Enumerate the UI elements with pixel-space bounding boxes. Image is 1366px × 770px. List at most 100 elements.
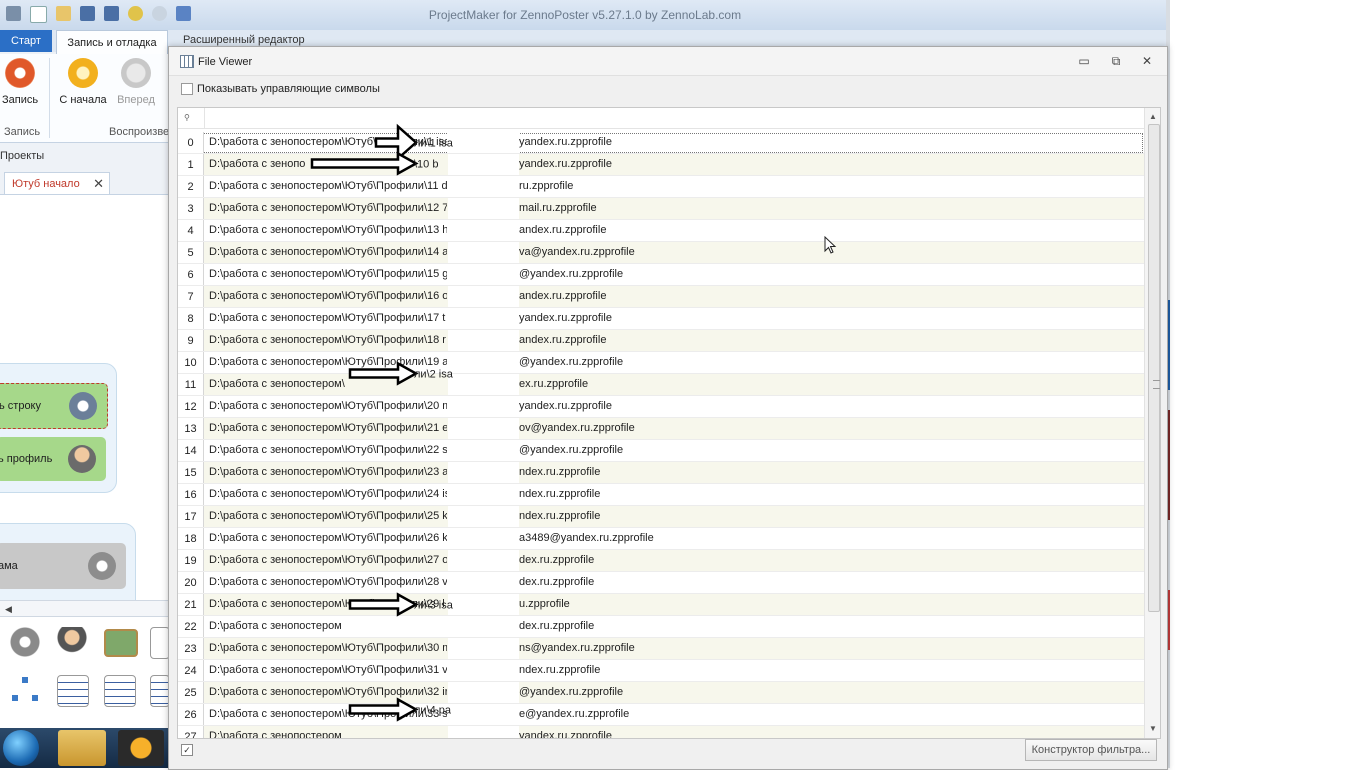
row-filename-tail: ndex.ru.zpprofile xyxy=(519,466,601,478)
toolbox-panel xyxy=(0,616,170,729)
file-lines-grid[interactable]: ⚲ 0 D:\работа с зенопостером\Ютуб\Профили… xyxy=(177,107,1161,739)
play-icon xyxy=(121,58,151,88)
row-path: D:\работа с зенопостером\Ютуб\Профили\22… xyxy=(209,444,447,456)
table-row[interactable]: 23 D:\работа с зенопостером\Ютуб\Профили\… xyxy=(178,638,1144,660)
restart-button[interactable]: С начала xyxy=(58,58,108,106)
sitemap-icon[interactable] xyxy=(10,675,40,705)
scroll-down-icon[interactable]: ▼ xyxy=(1145,722,1160,736)
table-row[interactable]: 6 D:\работа с зенопостером\Ютуб\Профили\1… xyxy=(178,264,1144,286)
maximize-icon[interactable]: ⧉ xyxy=(1109,55,1123,67)
record-button[interactable]: Запись xyxy=(2,58,38,106)
row-filename-tail: dex.ru.zpprofile xyxy=(519,554,595,566)
row-path: D:\работа с зенопостером\Ютуб\Профили\29… xyxy=(209,598,445,610)
action-pause[interactable]: ама xyxy=(0,543,126,589)
table-row[interactable]: 24 D:\работа с зенопостером\Ютуб\Профили\… xyxy=(178,660,1144,682)
row-index: 11 xyxy=(178,374,204,395)
row-path: D:\работа с зенопостером\Ютуб\Профили\15… xyxy=(209,268,447,280)
scrollbar-thumb[interactable] xyxy=(1148,124,1160,612)
table-row[interactable]: 7 D:\работа с зенопостером\Ютуб\Профили\1… xyxy=(178,286,1144,308)
row-filename-tail: yandex.ru.zpprofile xyxy=(519,730,612,739)
row-index: 0 xyxy=(178,132,204,153)
row-index: 19 xyxy=(178,550,204,571)
dialog-titlebar[interactable]: File Viewer ▭ ⧉ ✕ xyxy=(169,47,1167,76)
scroll-up-icon[interactable]: ▲ xyxy=(1145,110,1160,124)
row-filename-tail: dex.ru.zpprofile xyxy=(519,620,595,632)
table-row[interactable]: 8 D:\работа с зенопостером\Ютуб\Профили\1… xyxy=(178,308,1144,330)
table-row[interactable]: 22 D:\работа с зенопостером dex.ru.zpprofi… xyxy=(178,616,1144,638)
row-path: D:\работа с зенопостером\Ютуб\Профили\25… xyxy=(209,510,447,522)
grid-vertical-scrollbar[interactable]: ▲ ▼ xyxy=(1144,108,1160,738)
table-row[interactable]: 4 D:\работа с зенопостером\Ютуб\Профили\1… xyxy=(178,220,1144,242)
windows-start-icon[interactable] xyxy=(3,730,39,766)
minimize-icon[interactable]: ▭ xyxy=(1077,55,1091,67)
table-row[interactable]: 11 D:\работа с зенопостером\ ex.ru.zpprofi… xyxy=(178,374,1144,396)
action-profile[interactable]: ь профиль xyxy=(0,437,106,481)
numbered-list-icon[interactable] xyxy=(150,675,170,707)
row-index: 25 xyxy=(178,682,204,703)
row-path: D:\работа с зенопостером\Ютуб\Профили\31… xyxy=(209,664,447,676)
row-index: 5 xyxy=(178,242,204,263)
filter-builder-button[interactable]: Конструктор фильтра... xyxy=(1025,739,1157,761)
table-row[interactable]: 15 D:\работа с зенопостером\Ютуб\Профили\… xyxy=(178,462,1144,484)
row-path: D:\работа с зенопостером\Ютуб\Профили\23… xyxy=(209,466,447,478)
user-icon[interactable] xyxy=(57,627,87,657)
table-row[interactable]: 1 D:\работа с зенопо yandex.ru.zpprofile xyxy=(178,154,1144,176)
table-row[interactable]: 18 D:\работа с зенопостером\Ютуб\Профили\… xyxy=(178,528,1144,550)
row-path: D:\работа с зенопостером\Ютуб\Профили\33… xyxy=(209,708,447,720)
zennoposter-taskbar-icon[interactable] xyxy=(118,730,164,766)
list-icon[interactable] xyxy=(57,675,89,707)
explorer-taskbar-icon[interactable] xyxy=(58,730,106,766)
show-control-chars-option[interactable]: Показывать управляющие символы xyxy=(181,83,380,95)
tab-advanced-editor[interactable]: Расширенный редактор xyxy=(183,34,305,46)
option-checkbox[interactable]: ✓ xyxy=(181,744,193,756)
table-row[interactable]: 10 D:\работа с зенопостером\Ютуб\Профили\… xyxy=(178,352,1144,374)
gear-icon[interactable] xyxy=(10,627,40,657)
canvas-horizontal-scrollbar[interactable]: ◀ xyxy=(0,600,168,617)
row-path: D:\работа с зенопостером\Ютуб\Профили\11… xyxy=(209,180,447,192)
scroll-left-icon[interactable]: ◀ xyxy=(5,604,12,615)
table-row[interactable]: 3 D:\работа с зенопостером\Ютуб\Профили\1… xyxy=(178,198,1144,220)
row-path: D:\работа с зенопостером\ xyxy=(209,378,345,390)
table-row[interactable]: 14 D:\работа с зенопостером\Ютуб\Профили\… xyxy=(178,440,1144,462)
row-filename-tail: @yandex.ru.zpprofile xyxy=(519,356,624,368)
table-row[interactable]: 20 D:\работа с зенопостером\Ютуб\Профили\… xyxy=(178,572,1144,594)
action-get-line[interactable]: ь строку xyxy=(0,383,108,429)
tab-start[interactable]: Старт xyxy=(0,30,52,52)
close-tab-icon[interactable]: ✕ xyxy=(93,176,104,192)
project-canvas[interactable]: ь строку ь профиль ама xyxy=(0,194,168,615)
row-hidden-region xyxy=(448,638,519,659)
table-row[interactable]: 2 D:\работа с зенопостером\Ютуб\Профили\1… xyxy=(178,176,1144,198)
table-row[interactable]: 21 D:\работа с зенопостером\Ютуб\Профили\… xyxy=(178,594,1144,616)
grid-filter-row[interactable]: ⚲ xyxy=(178,108,1144,129)
forward-button[interactable]: Вперед xyxy=(114,58,158,106)
table-row[interactable]: 17 D:\работа с зенопостером\Ютуб\Профили\… xyxy=(178,506,1144,528)
row-path: D:\работа с зенопостером\Ютуб\Профили\21… xyxy=(209,422,447,434)
table-row[interactable]: 19 D:\работа с зенопостером\Ютуб\Профили\… xyxy=(178,550,1144,572)
table-row[interactable]: 27 D:\работа с зенопостером yandex.ru.zppr… xyxy=(178,726,1144,739)
list-icon[interactable] xyxy=(104,675,136,707)
table-row[interactable]: 0 D:\работа с зенопостером\Ютуб\Профили\1… xyxy=(178,132,1144,154)
row-filename-tail: ex.ru.zpprofile xyxy=(519,378,589,390)
table-row[interactable]: 16 D:\работа с зенопостером\Ютуб\Профили\… xyxy=(178,484,1144,506)
row-hidden-region xyxy=(448,198,519,219)
table-row[interactable]: 25 D:\работа с зенопостером\Ютуб\Профили\… xyxy=(178,682,1144,704)
grid-icon xyxy=(180,55,194,68)
row-hidden-region xyxy=(448,594,519,615)
numbered-list-icon[interactable] xyxy=(150,627,170,659)
table-row[interactable]: 12 D:\работа с зенопостером\Ютуб\Профили\… xyxy=(178,396,1144,418)
row-index: 24 xyxy=(178,660,204,681)
row-path: D:\работа с зенопостером xyxy=(209,730,342,739)
row-hidden-region xyxy=(448,418,519,439)
table-row[interactable]: 9 D:\работа с зенопостером\Ютуб\Профили\1… xyxy=(178,330,1144,352)
document-tab[interactable]: Ютуб начало ✕ xyxy=(4,172,110,195)
tab-record-debug[interactable]: Запись и отладка xyxy=(56,30,168,55)
table-row[interactable]: 5 D:\работа с зенопостером\Ютуб\Профили\1… xyxy=(178,242,1144,264)
filter-icon[interactable]: ⚲ xyxy=(184,113,190,122)
close-icon[interactable]: ✕ xyxy=(1140,55,1154,67)
show-control-chars-checkbox[interactable] xyxy=(181,83,193,95)
chalkboard-icon[interactable] xyxy=(104,629,138,657)
row-filename-tail: va@yandex.ru.zpprofile xyxy=(519,246,635,258)
row-hidden-region xyxy=(448,528,519,549)
table-row[interactable]: 26 D:\работа с зенопостером\Ютуб\Профили\… xyxy=(178,704,1144,726)
table-row[interactable]: 13 D:\работа с зенопостером\Ютуб\Профили\… xyxy=(178,418,1144,440)
